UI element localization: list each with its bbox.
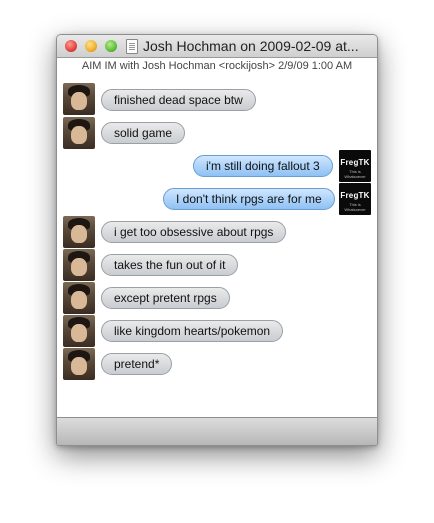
incoming-message: solid game [101,122,186,144]
avatar-brand-text: FregTK [340,191,370,200]
incoming-message: takes the fun out of it [101,254,239,276]
buddy-avatar [63,83,95,115]
avatar-brand-text: FregTK [340,158,370,167]
buddy-avatar [63,348,95,380]
close-button[interactable] [65,40,77,52]
buddy-avatar [63,282,95,314]
title-bar[interactable]: Josh Hochman on 2009-02-09 at... [57,35,377,58]
incoming-message: i get too obsessive about rpgs [101,221,287,243]
incoming-message: pretend* [101,353,173,375]
minimize-button[interactable] [85,40,97,52]
incoming-message: like kingdom hearts/pokemon [101,320,284,342]
bottom-bar [57,417,377,445]
buddy-avatar [63,117,95,149]
avatar-tagline-text: This is Whatsoever [344,202,366,212]
buddy-avatar [63,315,95,347]
avatar-tagline-text: This is Whatsoever [344,169,366,179]
my-avatar: FregTK This is Whatsoever [339,150,371,182]
document-icon[interactable] [126,39,138,54]
window-title: Josh Hochman on 2009-02-09 at... [143,38,359,54]
zoom-button[interactable] [105,40,117,52]
conversation-info: AIM IM with Josh Hochman <rockijosh> 2/9… [81,60,353,72]
outgoing-message: i'm still doing fallout 3 [193,155,333,177]
chat-window: Josh Hochman on 2009-02-09 at... AIM IM … [56,34,378,446]
incoming-message: except pretent rpgs [101,287,230,309]
buddy-avatar [63,249,95,281]
outgoing-message: I don't think rpgs are for me [163,188,335,210]
buddy-avatar [63,216,95,248]
my-avatar: FregTK This is Whatsoever [339,183,371,215]
incoming-message: finished dead space btw [101,89,256,111]
